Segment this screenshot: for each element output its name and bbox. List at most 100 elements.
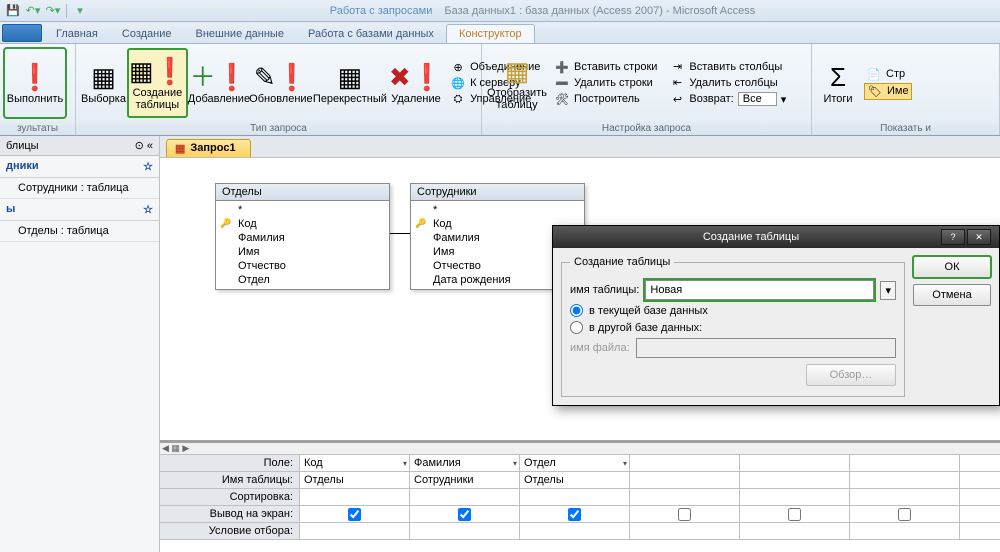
field-cell[interactable]: Код (300, 455, 410, 472)
other-db-label: в другой базе данных: (589, 322, 702, 334)
sort-cell[interactable] (960, 489, 1000, 506)
field-otchestvo[interactable]: Отчество (220, 259, 385, 273)
tab-external-data[interactable]: Внешние данные (184, 25, 296, 43)
sort-cell[interactable] (410, 489, 520, 506)
field-familia[interactable]: Фамилия (220, 231, 385, 245)
show-checkbox[interactable] (300, 506, 410, 523)
insert-columns-button[interactable]: ⇥Вставить столбцы (667, 59, 788, 74)
field-kod[interactable]: Код (220, 217, 385, 231)
run-button[interactable]: ❗ Выполнить (4, 48, 66, 118)
qat-customize-icon[interactable]: ▾ (71, 3, 89, 19)
tab-home[interactable]: Главная (44, 25, 110, 43)
criteria-cell[interactable] (960, 523, 1000, 540)
criteria-cell[interactable] (740, 523, 850, 540)
undo-icon[interactable]: ↶▾ (24, 3, 42, 19)
browse-button: Обзор… (806, 364, 896, 386)
table-cell[interactable] (960, 472, 1000, 489)
grid-splitter[interactable]: ◀ ▦ ▶ (160, 443, 1000, 455)
table-box-otdely[interactable]: Отделы * Код Фамилия Имя Отчество Отдел (215, 183, 390, 290)
field-otdel[interactable]: Отдел (220, 273, 385, 287)
delete-query-button[interactable]: ✖❗Удаление (388, 48, 444, 118)
group-querysetup-label: Настройка запроса (482, 122, 811, 135)
table-cell[interactable] (740, 472, 850, 489)
redo-icon[interactable]: ↷▾ (44, 3, 62, 19)
return-combo[interactable]: ↩Возврат: Все▾ (667, 91, 788, 107)
save-icon[interactable]: 💾 (4, 3, 22, 19)
table-title[interactable]: Сотрудники (411, 184, 584, 201)
nav-group-1[interactable]: дники☆ (0, 156, 159, 178)
make-table-query-button[interactable]: ▦❗Создание таблицы (127, 48, 188, 118)
close-icon[interactable]: ✕ (967, 229, 991, 245)
nav-group-2[interactable]: ы☆ (0, 199, 159, 221)
table-title[interactable]: Отделы (216, 184, 389, 201)
field-cell[interactable]: Отдел (520, 455, 630, 472)
field-imya[interactable]: Имя (220, 245, 385, 259)
file-menu-button[interactable] (2, 24, 42, 42)
ok-button[interactable]: ОК (913, 256, 991, 278)
nav-item-sotrudniki[interactable]: Сотрудники : таблица (0, 178, 159, 199)
delete-columns-button[interactable]: ⇤Удалить столбцы (667, 75, 788, 90)
field-star[interactable]: * (415, 203, 580, 217)
builder-icon: 🛠 (554, 93, 570, 106)
table-name-input[interactable] (645, 280, 874, 300)
dialog-titlebar[interactable]: Создание таблицы ? ✕ (553, 226, 999, 248)
table-cell[interactable] (630, 472, 740, 489)
contextual-tab-label: Работа с запросами (330, 5, 433, 17)
other-db-radio[interactable] (570, 321, 583, 334)
field-cell[interactable]: Фамилия (410, 455, 520, 472)
tab-create[interactable]: Создание (110, 25, 184, 43)
append-query-button[interactable]: ＋❗Добавление (188, 48, 250, 118)
table-cell[interactable]: Отделы (520, 472, 630, 489)
show-table-button[interactable]: ▦Отобразить таблицу (486, 48, 548, 118)
select-query-button[interactable]: ▦Выборка (80, 48, 127, 118)
sort-cell[interactable] (850, 489, 960, 506)
doc-tab-query1[interactable]: ▦ Запрос1 (166, 139, 251, 157)
criteria-cell[interactable] (300, 523, 410, 540)
group-showhide-label: Показать и (812, 122, 999, 135)
chevron-down-icon[interactable]: ⊙ « (135, 139, 153, 152)
show-checkbox[interactable] (410, 506, 520, 523)
show-checkbox[interactable] (630, 506, 740, 523)
current-db-radio[interactable] (570, 304, 583, 317)
help-icon[interactable]: ? (941, 229, 965, 245)
fieldset-legend: Создание таблицы (570, 256, 674, 268)
table-cell[interactable] (850, 472, 960, 489)
relationship-line[interactable] (390, 233, 410, 234)
show-checkbox[interactable] (850, 506, 960, 523)
table-cell[interactable]: Сотрудники (410, 472, 520, 489)
field-cell[interactable] (850, 455, 960, 472)
nav-header[interactable]: блицы ⊙ « (0, 136, 159, 156)
tab-database-tools[interactable]: Работа с базами данных (296, 25, 446, 43)
chevron-down-icon[interactable]: ▾ (880, 281, 896, 300)
dialog-title: Создание таблицы (561, 231, 941, 243)
params-b-button[interactable]: 🏷Име (864, 83, 912, 100)
crosstab-query-button[interactable]: ▦Перекрестный (312, 48, 388, 118)
totals-button[interactable]: ΣИтоги (816, 48, 860, 118)
table-cell[interactable]: Отделы (300, 472, 410, 489)
update-query-button[interactable]: ✎❗Обновление (250, 48, 312, 118)
nav-item-otdely[interactable]: Отделы : таблица (0, 221, 159, 242)
sort-cell[interactable] (520, 489, 630, 506)
criteria-cell[interactable] (630, 523, 740, 540)
sort-cell[interactable] (630, 489, 740, 506)
params-a-button[interactable]: 📄Стр (864, 67, 912, 82)
tab-design[interactable]: Конструктор (446, 24, 535, 43)
builder-button[interactable]: 🛠Построитель (552, 92, 659, 107)
field-cell[interactable] (960, 455, 1000, 472)
criteria-cell[interactable] (520, 523, 630, 540)
criteria-cell[interactable] (850, 523, 960, 540)
row-show-label: Вывод на экран: (160, 506, 300, 523)
delete-rows-button[interactable]: ➖Удалить строки (552, 76, 659, 91)
field-cell[interactable] (740, 455, 850, 472)
show-checkbox[interactable] (740, 506, 850, 523)
field-cell[interactable] (630, 455, 740, 472)
maketable-icon: ▦❗ (129, 55, 186, 87)
cancel-button[interactable]: Отмена (913, 284, 991, 306)
sort-cell[interactable] (300, 489, 410, 506)
field-star[interactable]: * (220, 203, 385, 217)
show-checkbox[interactable] (520, 506, 630, 523)
insert-rows-button[interactable]: ➕Вставить строки (552, 60, 659, 75)
sort-cell[interactable] (740, 489, 850, 506)
show-checkbox[interactable] (960, 506, 1000, 523)
criteria-cell[interactable] (410, 523, 520, 540)
